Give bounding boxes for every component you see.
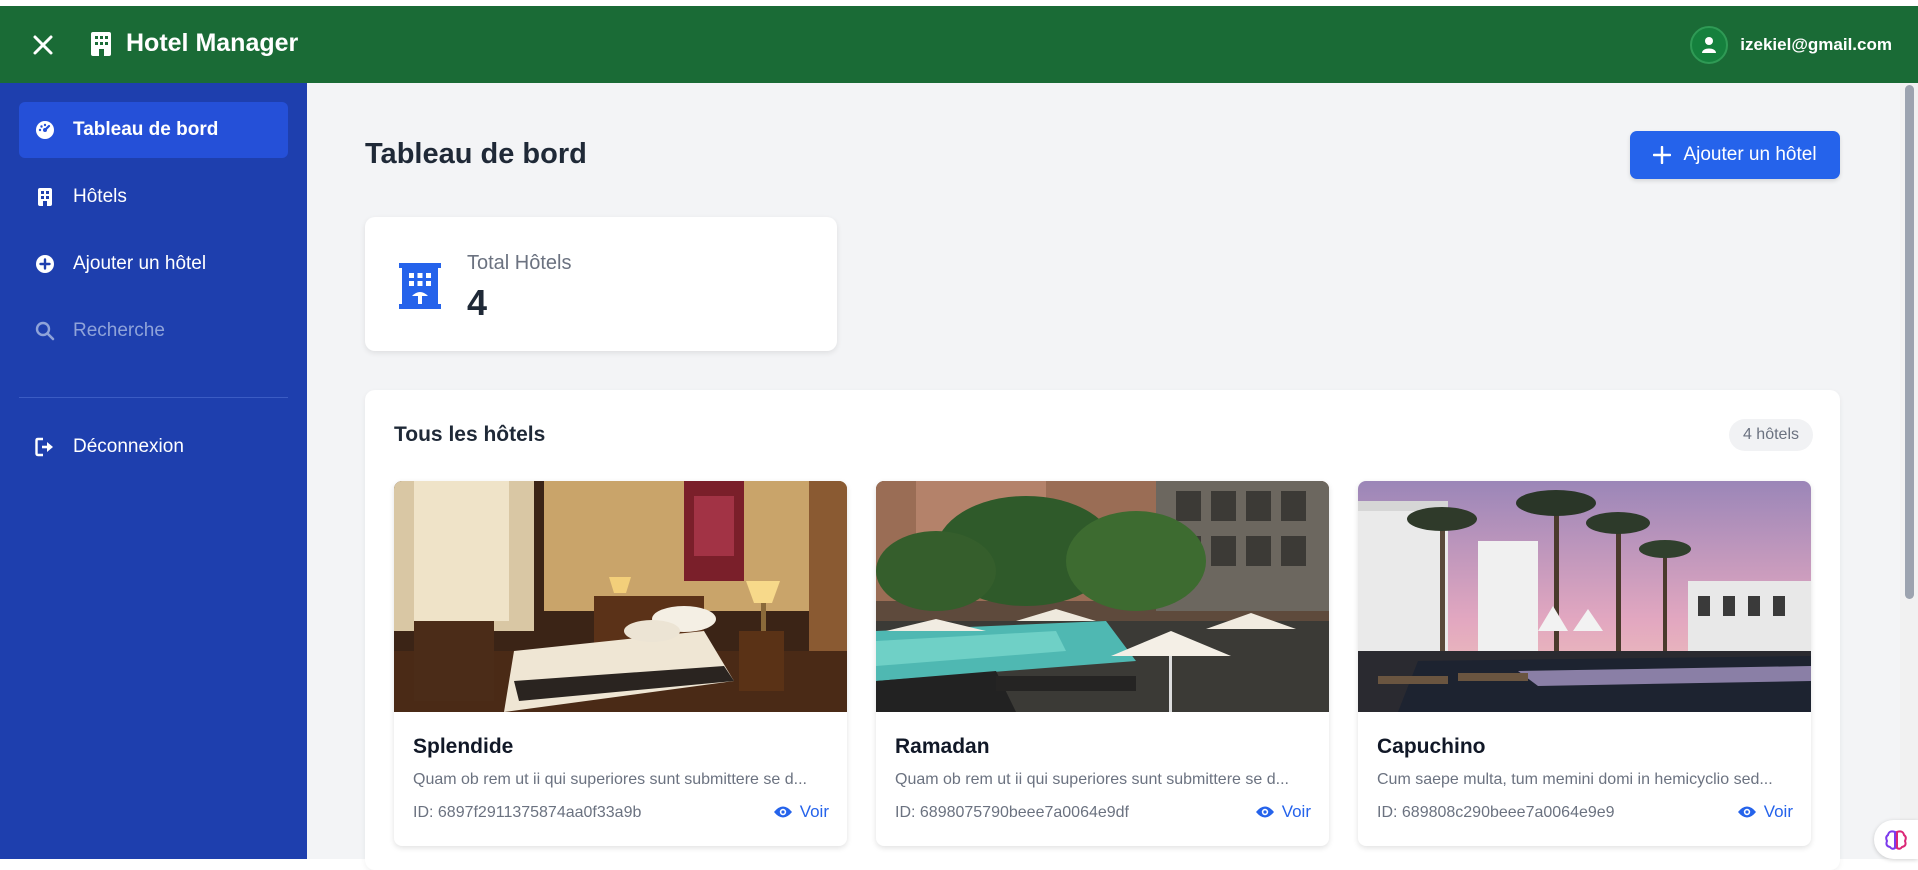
close-menu-button[interactable] [28, 30, 58, 60]
close-icon [33, 35, 53, 55]
view-hotel-label: Voir [799, 802, 829, 821]
floating-widget[interactable] [1874, 820, 1918, 859]
sidebar-item-dashboard[interactable]: Tableau de bord [19, 102, 288, 158]
resort-pool-photo [876, 481, 1329, 712]
sidebar-item-logout[interactable]: Déconnexion [19, 419, 288, 475]
sidebar-item-label: Ajouter un hôtel [73, 253, 207, 274]
hotel-card[interactable]: Ramadan Quam ob rem ut ii qui superiores… [876, 481, 1329, 846]
app-title: Hotel Manager [126, 29, 299, 57]
building-icon [91, 31, 111, 56]
dashboard-icon [35, 120, 55, 140]
page-title: Tableau de bord [365, 138, 587, 170]
stat-card-total-hotels: Total Hôtels 4 [365, 217, 837, 351]
stat-value: 4 [467, 282, 488, 323]
hotel-name: Ramadan [895, 735, 990, 758]
hotel-card[interactable]: Capuchino Cum saepe multa, tum memini do… [1358, 481, 1811, 846]
plus-icon [1653, 146, 1672, 164]
view-hotel-label: Voir [1763, 802, 1793, 821]
hotel-count-badge: 4 hôtels [1728, 419, 1813, 451]
top-bar: Hotel Manager izekiel@gmail.com [0, 6, 1918, 83]
building-icon [35, 187, 55, 207]
main-content: Tableau de bord Ajouter un hôtel Total H… [307, 83, 1900, 870]
eye-icon [1255, 806, 1274, 818]
view-hotel-button[interactable]: Voir [1737, 802, 1793, 822]
sidebar-item-add-hotel[interactable]: Ajouter un hôtel [19, 236, 288, 292]
hotel-icon [399, 263, 441, 314]
sidebar-item-label: Tableau de bord [73, 119, 219, 140]
hotel-id: ID: 6898075790beee7a0064e9df [895, 804, 1129, 821]
add-hotel-button-label: Ajouter un hôtel [1683, 144, 1817, 165]
sidebar-divider [19, 397, 288, 398]
hotel-name: Splendide [413, 735, 514, 758]
panel-title: Tous les hôtels [394, 423, 546, 446]
hotel-description: Quam ob rem ut ii qui superiores sunt su… [413, 771, 807, 788]
avatar[interactable] [1690, 26, 1729, 64]
sidebar-item-label: Déconnexion [73, 436, 184, 457]
brand: Hotel Manager [90, 29, 298, 58]
sidebar-item-label: Recherche [73, 320, 165, 341]
hotel-id: ID: 6897f2911375874aa0f33a9b [413, 804, 642, 821]
page-scrollbar[interactable] [1900, 83, 1918, 859]
sidebar-item-search[interactable]: Recherche [19, 303, 288, 359]
hotel-card[interactable]: Splendide Quam ob rem ut ii qui superior… [394, 481, 847, 846]
view-hotel-label: Voir [1281, 802, 1311, 821]
add-hotel-button[interactable]: Ajouter un hôtel [1630, 131, 1840, 179]
user-icon [1702, 37, 1717, 53]
hotels-panel: Tous les hôtels 4 hôtels Splendide Quam … [365, 390, 1840, 870]
hotel-name: Capuchino [1377, 735, 1486, 758]
plus-circle-icon [35, 254, 55, 274]
stat-label: Total Hôtels [467, 252, 572, 274]
user-email: izekiel@gmail.com [1740, 35, 1892, 54]
eye-icon [773, 806, 792, 818]
user-menu[interactable]: izekiel@gmail.com [1690, 26, 1892, 64]
search-icon [35, 321, 55, 341]
view-hotel-button[interactable]: Voir [773, 802, 829, 822]
brain-icon [1885, 829, 1907, 850]
logout-icon [35, 437, 55, 457]
sidebar-item-hotels[interactable]: Hôtels [19, 169, 288, 225]
scrollbar-thumb[interactable] [1905, 85, 1914, 599]
eye-icon [1737, 806, 1756, 818]
palm-pool-sunset-photo [1358, 481, 1811, 712]
view-hotel-button[interactable]: Voir [1255, 802, 1311, 822]
hotel-bedroom-photo [394, 481, 847, 712]
sidebar-item-label: Hôtels [73, 186, 127, 207]
hotel-id: ID: 689808c290beee7a0064e9e9 [1377, 804, 1615, 821]
hotel-description: Cum saepe multa, tum memini domi in hemi… [1377, 771, 1773, 788]
hotel-description: Quam ob rem ut ii qui superiores sunt su… [895, 771, 1289, 788]
sidebar: Tableau de bord Hôtels Ajouter un hôtel … [0, 83, 307, 859]
